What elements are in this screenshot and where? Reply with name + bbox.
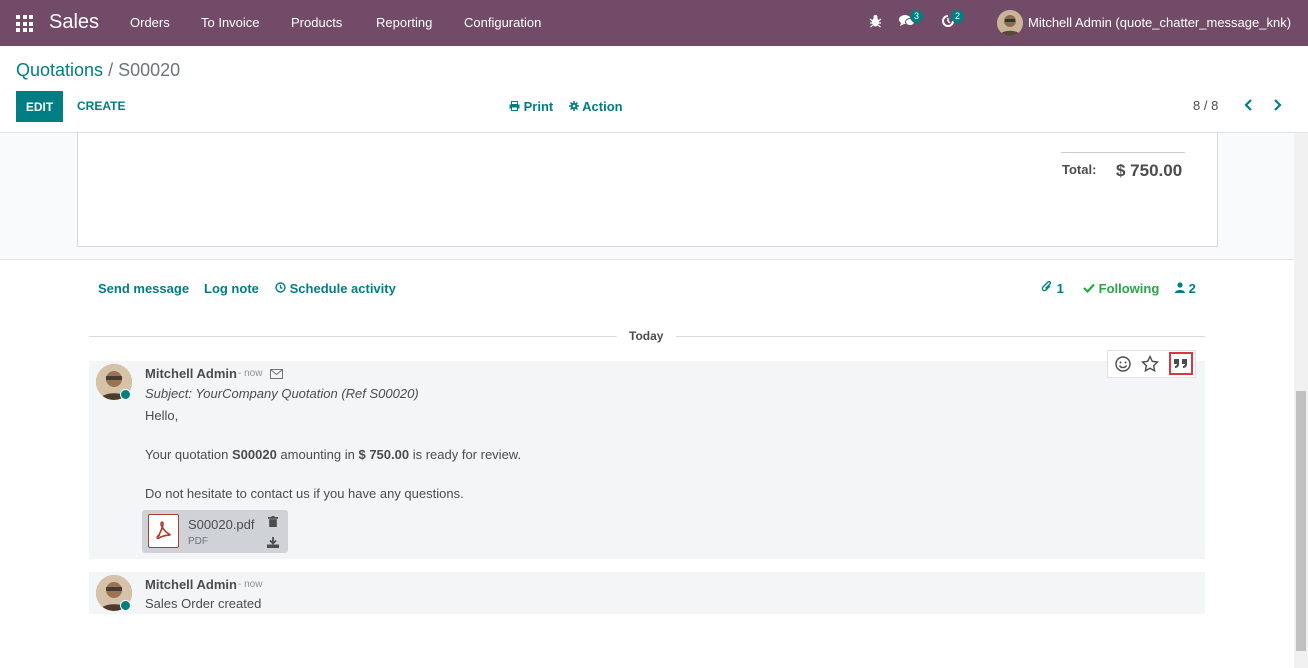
scrollbar[interactable] xyxy=(1294,133,1308,668)
menu-orders[interactable]: Orders xyxy=(130,15,170,30)
chat-icon[interactable]: 3 xyxy=(899,10,924,31)
app-name[interactable]: Sales xyxy=(49,11,99,34)
pdf-icon xyxy=(148,514,179,548)
bug-icon[interactable] xyxy=(869,14,882,31)
print-icon xyxy=(509,101,520,111)
main-navbar: Sales Orders To Invoice Products Reporti… xyxy=(0,0,1308,46)
activities-badge: 2 xyxy=(951,10,965,23)
chevron-right-icon[interactable] xyxy=(1272,98,1282,114)
create-button[interactable]: CREATE xyxy=(77,99,125,113)
message-body: Sales Order created xyxy=(145,596,262,611)
schedule-activity-label: Schedule activity xyxy=(289,281,396,296)
online-status-icon xyxy=(120,389,131,400)
action-button[interactable]: Action xyxy=(569,99,623,114)
total-amount: $ 750.00 xyxy=(1116,161,1183,180)
message-line-1: Your quotation S00020 amounting in $ 750… xyxy=(145,447,521,462)
apps-icon[interactable] xyxy=(16,15,33,32)
line1-mid: amounting in xyxy=(276,447,359,462)
line1-pre: Your quotation xyxy=(145,447,232,462)
total-label: Total: xyxy=(1062,162,1097,177)
followers-button[interactable]: 2 xyxy=(1175,281,1196,296)
smile-icon[interactable] xyxy=(1113,354,1133,374)
scrollbar-thumb[interactable] xyxy=(1296,391,1306,651)
message-date: - now xyxy=(238,368,263,379)
date-line-left xyxy=(89,336,617,337)
attachment-card[interactable]: S00020.pdf PDF xyxy=(142,510,288,553)
star-icon[interactable] xyxy=(1140,354,1160,374)
message-subject: Subject: YourCompany Quotation (Ref S000… xyxy=(145,386,419,401)
envelope-icon[interactable] xyxy=(270,367,283,382)
attachment-type: PDF xyxy=(188,536,208,547)
messages-badge: 3 xyxy=(910,10,924,23)
control-panel: Quotations / S00020 EDIT CREATE Print Ac… xyxy=(0,46,1308,133)
edit-button[interactable]: EDIT xyxy=(16,91,63,122)
action-label: Action xyxy=(582,99,623,114)
user-avatar[interactable] xyxy=(997,10,1023,36)
chatter-message: Mitchell Admin - now Sales Order created xyxy=(89,572,1205,614)
download-icon[interactable] xyxy=(267,536,279,551)
attachments-count: 1 xyxy=(1056,281,1064,296)
menu-reporting[interactable]: Reporting xyxy=(376,15,432,30)
message-author[interactable]: Mitchell Admin xyxy=(145,366,237,381)
send-message-button[interactable]: Send message xyxy=(98,281,189,296)
menu-products[interactable]: Products xyxy=(291,15,342,30)
message-date: - now xyxy=(238,579,263,590)
breadcrumb-quotations[interactable]: Quotations xyxy=(16,60,103,80)
line1-post: is ready for review. xyxy=(409,447,522,462)
date-line-right xyxy=(676,336,1205,337)
menu-configuration[interactable]: Configuration xyxy=(464,15,541,30)
breadcrumb-separator: / xyxy=(108,60,114,80)
user-icon xyxy=(1175,282,1185,293)
message-actions xyxy=(1107,350,1196,378)
breadcrumb: Quotations / S00020 xyxy=(16,60,180,81)
trash-icon[interactable] xyxy=(268,515,278,530)
log-note-button[interactable]: Log note xyxy=(204,281,259,296)
chevron-left-icon[interactable] xyxy=(1244,98,1254,114)
paperclip-icon xyxy=(1041,280,1052,292)
attachments-button[interactable]: 1 xyxy=(1041,280,1064,296)
message-greeting: Hello, xyxy=(145,408,179,423)
quotation-ref: S00020 xyxy=(231,447,277,462)
online-status-icon xyxy=(120,600,131,611)
following-label: Following xyxy=(1098,281,1160,296)
form-sheet: Total: $ 750.00 xyxy=(77,133,1218,247)
date-separator: Today xyxy=(629,329,664,343)
check-icon xyxy=(1083,283,1095,294)
chatter-separator xyxy=(0,259,1294,260)
clock-icon xyxy=(275,282,286,293)
activity-icon[interactable]: 2 xyxy=(941,10,965,31)
quotation-amount: $ 750.00 xyxy=(358,447,410,462)
schedule-activity-button[interactable]: Schedule activity xyxy=(275,281,396,296)
attachment-name[interactable]: S00020.pdf xyxy=(188,517,255,532)
total-divider xyxy=(1061,152,1185,153)
form-content: Total: $ 750.00 Send message Log note Sc… xyxy=(0,133,1294,668)
pager-value[interactable]: 8 / 8 xyxy=(1193,98,1218,113)
message-line-2: Do not hesitate to contact us if you hav… xyxy=(145,486,464,501)
print-button[interactable]: Print xyxy=(509,99,553,114)
message-author[interactable]: Mitchell Admin xyxy=(145,577,237,592)
menu-to-invoice[interactable]: To Invoice xyxy=(201,15,260,30)
followers-count: 2 xyxy=(1188,281,1196,296)
quote-icon[interactable] xyxy=(1169,352,1193,375)
following-button[interactable]: Following xyxy=(1083,281,1159,296)
breadcrumb-current: S00020 xyxy=(118,60,181,80)
print-label: Print xyxy=(523,99,554,114)
user-menu[interactable]: Mitchell Admin (quote_chatter_message_kn… xyxy=(1028,15,1291,30)
gear-icon xyxy=(569,101,579,111)
